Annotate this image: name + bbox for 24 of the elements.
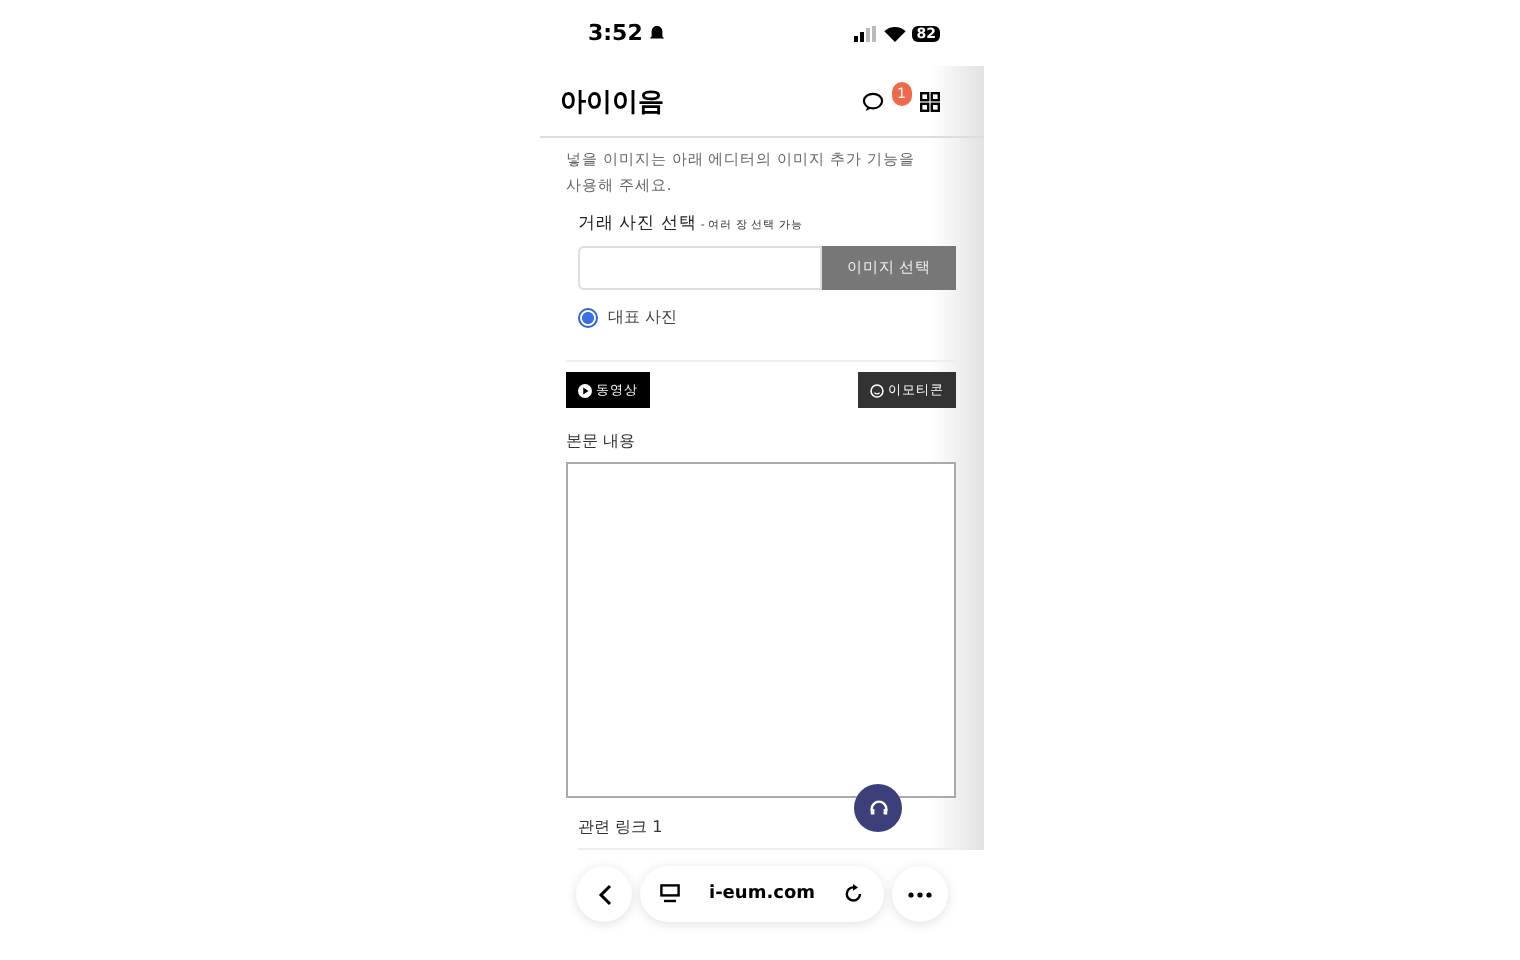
wifi-icon [884,25,907,41]
body-label: 본문 내용 [566,430,638,452]
field-label: 거래 사진 선택 [578,212,697,236]
file-field[interactable] [578,246,822,290]
more-icon [907,891,932,897]
app-title: 아이이음 [560,85,664,119]
play-icon [578,383,592,397]
more-button[interactable] [891,866,948,922]
back-button[interactable] [576,866,633,922]
page-menu-icon[interactable] [660,884,681,904]
chat-icon[interactable] [861,91,884,111]
smiley-icon [870,383,884,397]
radio-label: 대표 사진 [608,306,678,328]
back-icon [597,883,612,905]
url-text: i-eum.com [708,884,816,904]
reload-icon[interactable] [843,884,864,904]
grid-icon[interactable] [920,91,940,111]
signal-icon [854,25,879,41]
address-bar[interactable]: i-eum.com [640,866,884,922]
status-time: 3:52 [588,20,643,46]
link-label: 관련 링크 1 [578,816,665,838]
bell-icon [648,24,667,42]
headset-icon [867,797,889,819]
radio-button[interactable] [578,307,598,327]
